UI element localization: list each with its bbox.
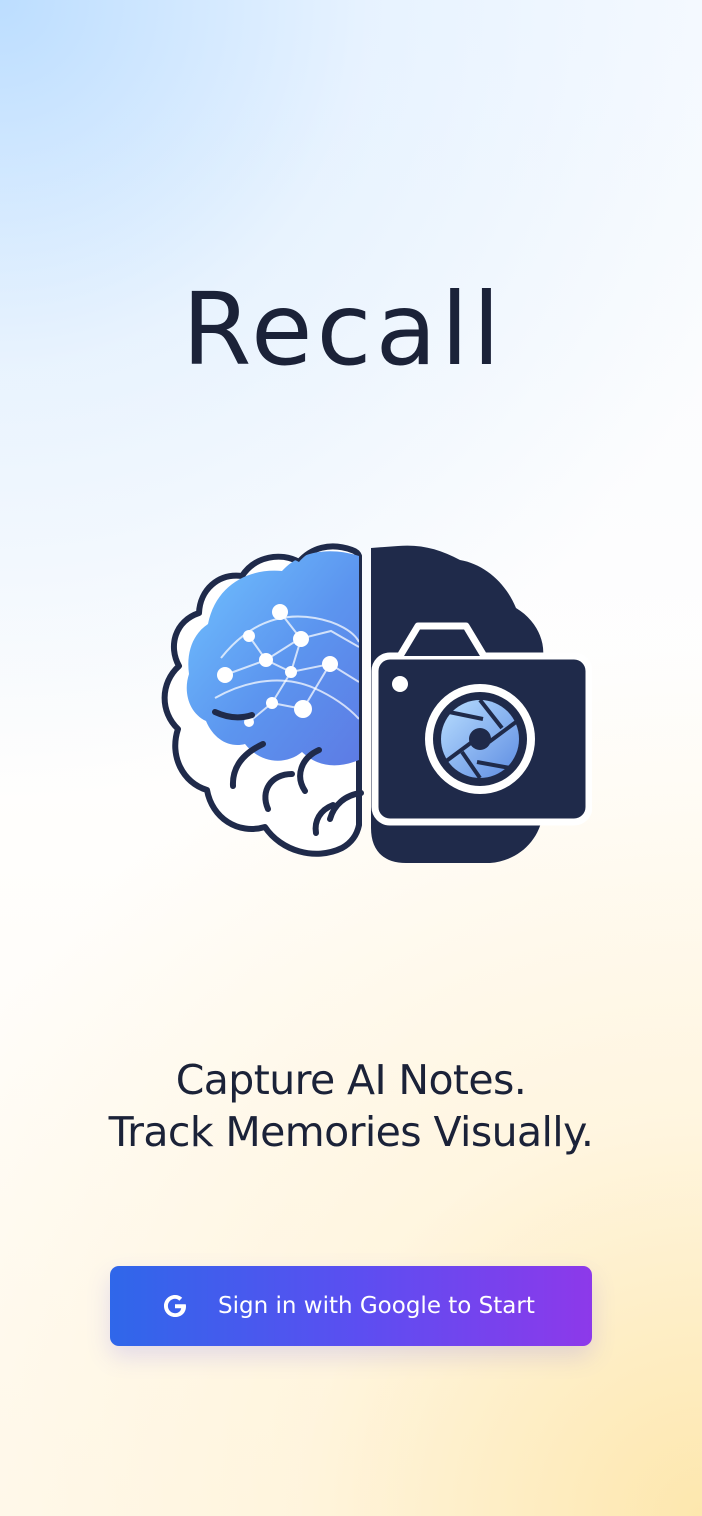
google-signin-button[interactable]: Sign in with Google to Start (110, 1266, 592, 1346)
google-signin-label: Sign in with Google to Start (218, 1293, 535, 1319)
network-node (293, 631, 309, 647)
network-node (266, 697, 278, 709)
network-node (243, 630, 255, 642)
camera-top (396, 622, 488, 658)
google-icon (164, 1295, 186, 1317)
app-title: Recall (182, 272, 504, 374)
lens-center (469, 728, 491, 750)
google-signin-content: Sign in with Google to Start (160, 1266, 535, 1346)
network-node (285, 666, 297, 678)
network-node (217, 667, 233, 683)
signin-screen: Recall Capture AI Notes. Track Memories … (0, 0, 702, 1516)
brain-camera-icon (161, 543, 592, 863)
network-node (322, 656, 338, 672)
app-logo-wordmark: Recall (182, 272, 504, 374)
tagline: Capture AI Notes. Track Memories Visuall… (0, 1054, 702, 1158)
tagline-line-2: Track Memories Visually. (108, 1108, 594, 1156)
network-node (272, 604, 288, 620)
tagline-line-1: Capture AI Notes. (175, 1056, 527, 1104)
camera-flash-icon (392, 676, 408, 692)
network-node (259, 653, 273, 667)
network-node (294, 700, 312, 718)
